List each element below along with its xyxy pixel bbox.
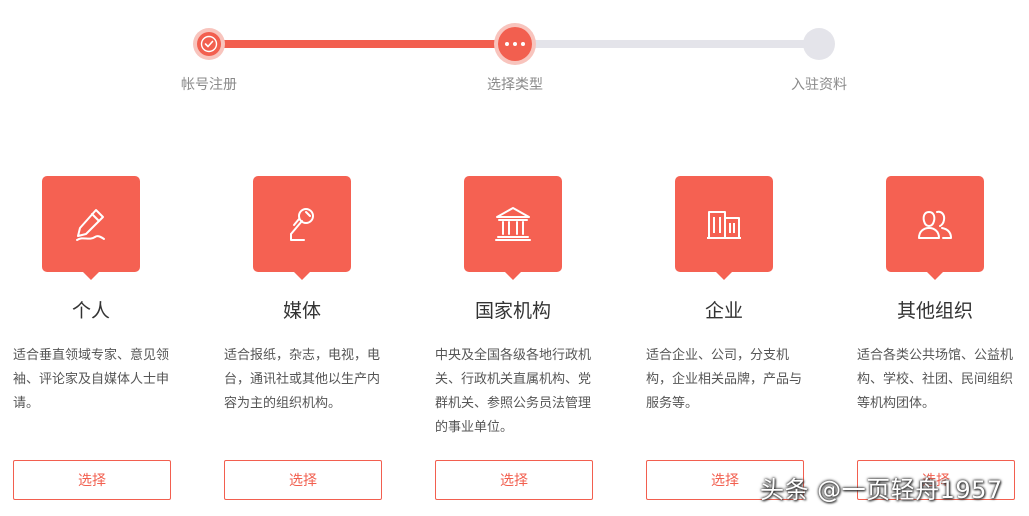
card-description: 适合报纸，杂志，电视，电台，通讯社或其他以生产内容为主的组织机构。: [224, 348, 381, 411]
type-card-personal: 个人 适合垂直领域专家、意见领袖、评论家及自媒体人士申请。 选择: [13, 176, 193, 506]
card-title: 其他组织: [896, 300, 973, 322]
type-card-government: 国家机构 中央及全国各级各地行政机关、行政机关直属机构、党群机关、参照公务员法管…: [435, 176, 615, 506]
type-icon-box: [42, 176, 140, 280]
card-title: 个人: [71, 300, 110, 322]
select-button-media[interactable]: 选择: [224, 460, 382, 500]
step-label-profile-info: 入驻资料: [791, 77, 847, 93]
type-card-media: 媒体 适合报纸，杂志，电视，电台，通讯社或其他以生产内容为主的组织机构。 选择: [224, 176, 404, 506]
office-building-icon: [707, 211, 741, 239]
progress-track-remaining: [515, 40, 819, 48]
card-title: 国家机构: [474, 300, 551, 322]
pencil-icon: [76, 209, 105, 241]
type-card-enterprise: 企业 适合企业、公司，分支机构，企业相关品牌，产品与服务等。 选择: [646, 176, 826, 506]
select-button-government[interactable]: 选择: [435, 460, 593, 500]
watermark-text: 头条 @一页轻舟1957: [760, 476, 1003, 504]
type-icon-box: [253, 176, 351, 280]
card-description: 适合企业、公司，分支机构，企业相关品牌，产品与服务等。: [646, 348, 803, 411]
card-description: 适合垂直领域专家、意见领袖、评论家及自媒体人士申请。: [13, 348, 170, 411]
check-icon: [200, 35, 218, 53]
microphone-icon: [290, 208, 314, 241]
ellipsis-icon: [505, 42, 525, 46]
card-description: 中央及全国各级各地行政机关、行政机关直属机构、党群机关、参照公务员法管理的事业单…: [435, 348, 592, 435]
card-description: 适合各类公共场馆、公益机构、学校、社团、民间组织等机构团体。: [857, 348, 1014, 411]
progress-track-completed: [210, 40, 515, 48]
step-label-select-type: 选择类型: [487, 77, 543, 93]
card-title: 媒体: [282, 300, 321, 322]
government-building-icon: [495, 207, 531, 241]
type-icon-box: [675, 176, 773, 280]
group-users-icon: [918, 210, 952, 239]
step-label-account-registration: 帐号注册: [181, 77, 237, 93]
type-card-other-organization: 其他组织 适合各类公共场馆、公益机构、学校、社团、民间组织等机构团体。 选择: [857, 176, 1029, 506]
type-icon-box: [464, 176, 562, 280]
step-2-indicator: [494, 23, 536, 65]
step-1-indicator: [193, 28, 225, 60]
card-title: 企业: [704, 300, 743, 322]
select-button-personal[interactable]: 选择: [13, 460, 171, 500]
progress-stepper: 帐号注册 选择类型 入驻资料: [0, 0, 1029, 110]
type-icon-box: [886, 176, 984, 280]
step-3-indicator: [803, 28, 835, 60]
